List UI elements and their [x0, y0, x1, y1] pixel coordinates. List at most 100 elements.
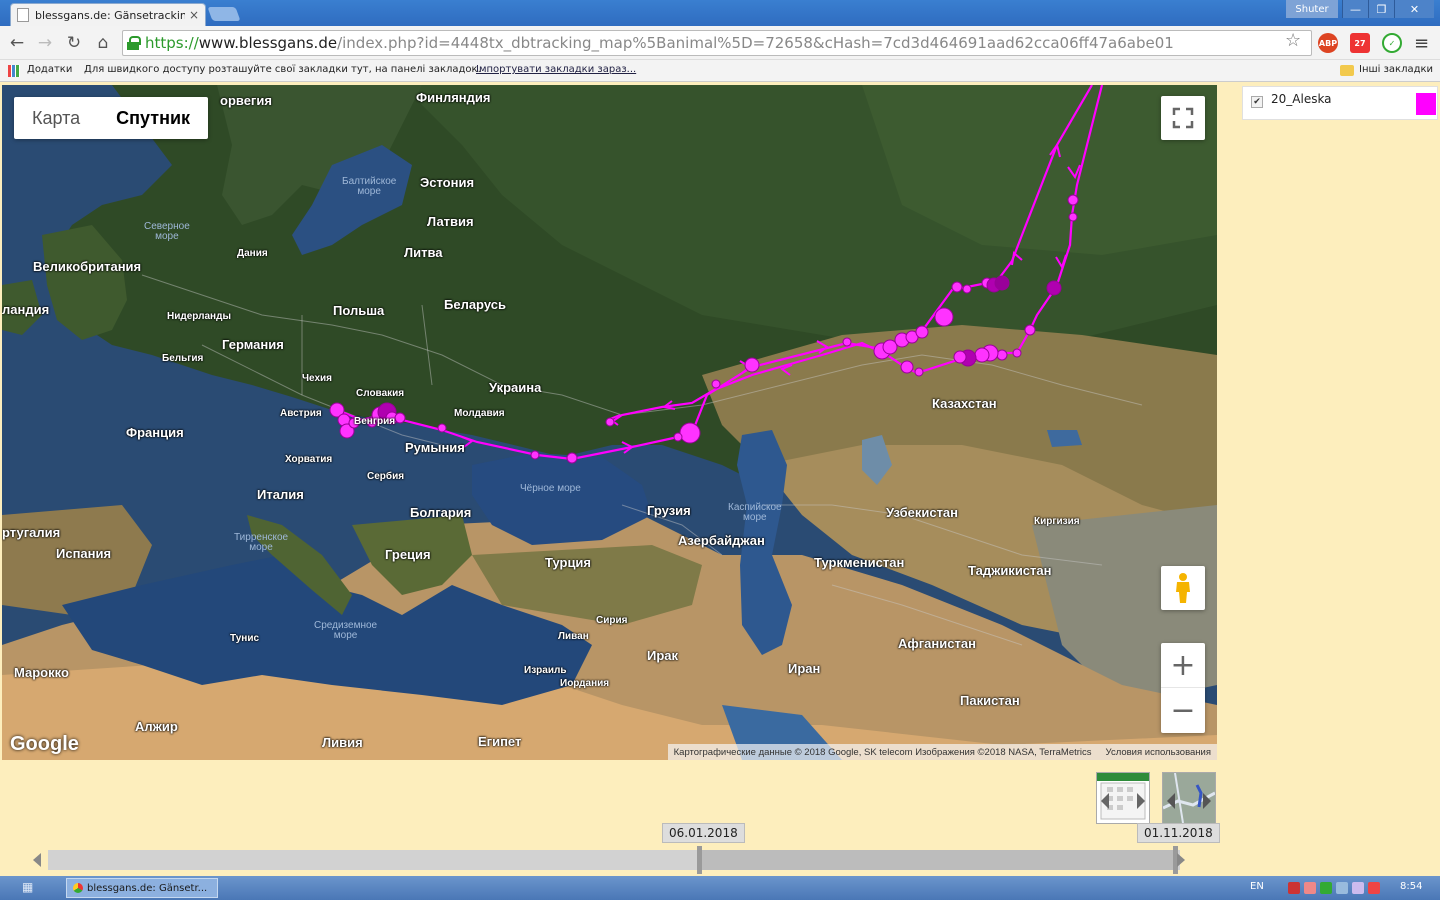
shield-icon[interactable]: ✓ — [1382, 33, 1402, 53]
attribution-text: Картографические данные © 2018 Google, S… — [673, 746, 1092, 758]
apps-label[interactable]: Додатки — [27, 64, 72, 75]
volume-icon[interactable] — [1304, 882, 1316, 894]
map-type-satellite-button[interactable]: Спутник — [98, 97, 208, 139]
folder-icon — [1340, 65, 1354, 76]
map-label-iraq: Ирак — [647, 648, 679, 663]
timeline-selected-range[interactable] — [700, 850, 1178, 870]
tray-app-icon[interactable] — [1288, 882, 1300, 894]
map-label-georgia: Грузия — [647, 503, 691, 518]
address-bar[interactable]: https:// www.blessgans.de /index.php?id=… — [122, 30, 1312, 56]
clock[interactable]: 8:54 — [1400, 881, 1422, 892]
zoom-in-button[interactable]: + — [1161, 644, 1205, 688]
browser-toolbar: ← → ↻ ⌂ https:// www.blessgans.de /index… — [0, 26, 1440, 60]
tray-app-icon-3[interactable] — [1352, 882, 1364, 894]
url-scheme: https:// — [145, 34, 199, 52]
minimize-button[interactable]: — — [1342, 0, 1368, 18]
map-type-map-button[interactable]: Карта — [14, 97, 98, 139]
map-label-baltic-sea: Балтийское море — [342, 176, 397, 197]
map-label-germany: Германия — [222, 337, 284, 352]
map-label-pakistan: Пакистан — [960, 693, 1020, 708]
animal-legend: ✔ 20_Aleska — [1242, 86, 1438, 120]
timeline-start-handle[interactable] — [697, 846, 702, 874]
close-window-button[interactable]: ✕ — [1394, 0, 1434, 18]
browser-tab[interactable]: blessgans.de: Gänsetracking × — [10, 3, 206, 26]
map-label-spain: Испания — [56, 546, 112, 561]
google-logo: Google — [10, 733, 79, 755]
url-host: www.blessgans.de — [198, 34, 338, 52]
zoom-out-button[interactable]: − — [1161, 688, 1205, 732]
timeline-next-icon[interactable] — [1177, 853, 1185, 867]
map-label-austria: Австрия — [280, 408, 322, 419]
map-label-turkmenistan: Туркменистан — [814, 555, 905, 570]
tab-close-icon[interactable]: × — [189, 8, 199, 22]
animal-checkbox[interactable]: ✔ — [1251, 96, 1263, 108]
maximize-button[interactable]: ❐ — [1368, 0, 1394, 18]
start-icon[interactable]: ▦ — [22, 880, 42, 896]
tracking-map[interactable]: орвегия Финляндия Эстония Балтийское море… — [2, 85, 1217, 760]
map-label-hungary: Венгрия — [354, 416, 396, 427]
reload-icon[interactable]: ↻ — [63, 32, 85, 54]
map-label-portugal: ртугалия — [2, 525, 61, 540]
map-label-lithuania: Литва — [404, 245, 443, 260]
extension-badge-icon[interactable]: 27 — [1350, 33, 1370, 53]
network-icon[interactable] — [1320, 882, 1332, 894]
street-view-pegman-icon[interactable] — [1161, 566, 1205, 610]
map-view-icon — [1162, 772, 1216, 824]
home-icon[interactable]: ⌂ — [92, 32, 114, 54]
lock-icon — [127, 36, 141, 50]
map-label-tunisia: Тунис — [230, 633, 260, 644]
fullscreen-icon[interactable] — [1161, 96, 1205, 140]
map-label-ireland: ландия — [2, 302, 50, 317]
terms-link[interactable]: Условия использования — [1106, 747, 1211, 758]
map-label-denmark: Дания — [237, 248, 268, 259]
map-label-jordan: Иордания — [560, 678, 610, 689]
window-user-badge[interactable]: Shuter — [1286, 0, 1338, 18]
timeline-prev-icon[interactable] — [33, 853, 41, 867]
map-label-belgium: Бельгия — [162, 353, 204, 364]
map-label-afghanistan: Афганистан — [898, 636, 976, 651]
extension-badge-count: 27 — [1354, 38, 1366, 48]
calendar-view-button[interactable] — [1096, 772, 1150, 824]
map-label-romania: Румыния — [405, 440, 465, 455]
map-label-tajikistan: Таджикистан — [968, 563, 1052, 578]
import-bookmarks-link[interactable]: Імпортувати закладки зараз... — [476, 64, 636, 75]
menu-icon[interactable]: ≡ — [1414, 33, 1429, 54]
map-label-north-sea: Северное море — [144, 221, 190, 242]
map-label-uzbekistan: Узбекистан — [886, 505, 959, 520]
map-label-france: Франция — [126, 425, 184, 440]
tray-app-icon-2[interactable] — [1336, 882, 1348, 894]
map-label-algeria: Алжир — [135, 719, 178, 734]
map-label-bulgaria: Болгария — [410, 505, 472, 520]
os-taskbar: ▦ blessgans.de: Gänsetr... EN 8:54 — [0, 876, 1440, 900]
back-icon[interactable]: ← — [6, 32, 28, 54]
map-view-button[interactable] — [1162, 772, 1216, 824]
apps-icon[interactable] — [8, 65, 20, 77]
new-tab-button[interactable] — [207, 7, 241, 21]
map-label-iran: Иран — [788, 661, 821, 676]
language-indicator[interactable]: EN — [1250, 881, 1264, 892]
forward-icon[interactable]: → — [34, 32, 56, 54]
adblock-icon[interactable]: ABP — [1318, 33, 1338, 53]
map-label-kazakhstan: Казахстан — [932, 396, 997, 411]
map-label-estonia: Эстония — [420, 175, 475, 190]
calendar-icon — [1097, 773, 1149, 820]
map-label-czechia: Чехия — [302, 373, 332, 384]
bookmarks-bar: Додатки Для швидкого доступу розташуйте … — [0, 60, 1440, 82]
map-label-poland: Польша — [333, 303, 385, 318]
migration-track — [329, 85, 1104, 464]
map-type-control: Карта Спутник — [14, 97, 209, 139]
taskbar-browser-item[interactable]: blessgans.de: Gänsetr... — [66, 878, 218, 898]
map-label-kyrgyzstan: Киргизия — [1034, 516, 1080, 527]
map-label-ukraine: Украина — [489, 380, 542, 395]
map-label-norway: орвегия — [220, 93, 272, 108]
map-label-caspian-sea: Каспийское море — [728, 502, 782, 523]
bookmarks-hint: Для швидкого доступу розташуйте свої зак… — [84, 64, 481, 75]
other-bookmarks[interactable]: Інші закладки — [1359, 64, 1433, 75]
map-label-moldova: Молдавия — [454, 408, 505, 419]
map-label-tyrrhenian-sea: Тирренское море — [234, 532, 289, 553]
bookmark-star-icon[interactable]: ☆ — [1285, 30, 1301, 51]
map-label-lebanon: Ливан — [558, 631, 589, 642]
map-label-croatia: Хорватия — [285, 454, 333, 465]
map-label-latvia: Латвия — [427, 214, 474, 229]
tray-app-icon-4[interactable] — [1368, 882, 1380, 894]
